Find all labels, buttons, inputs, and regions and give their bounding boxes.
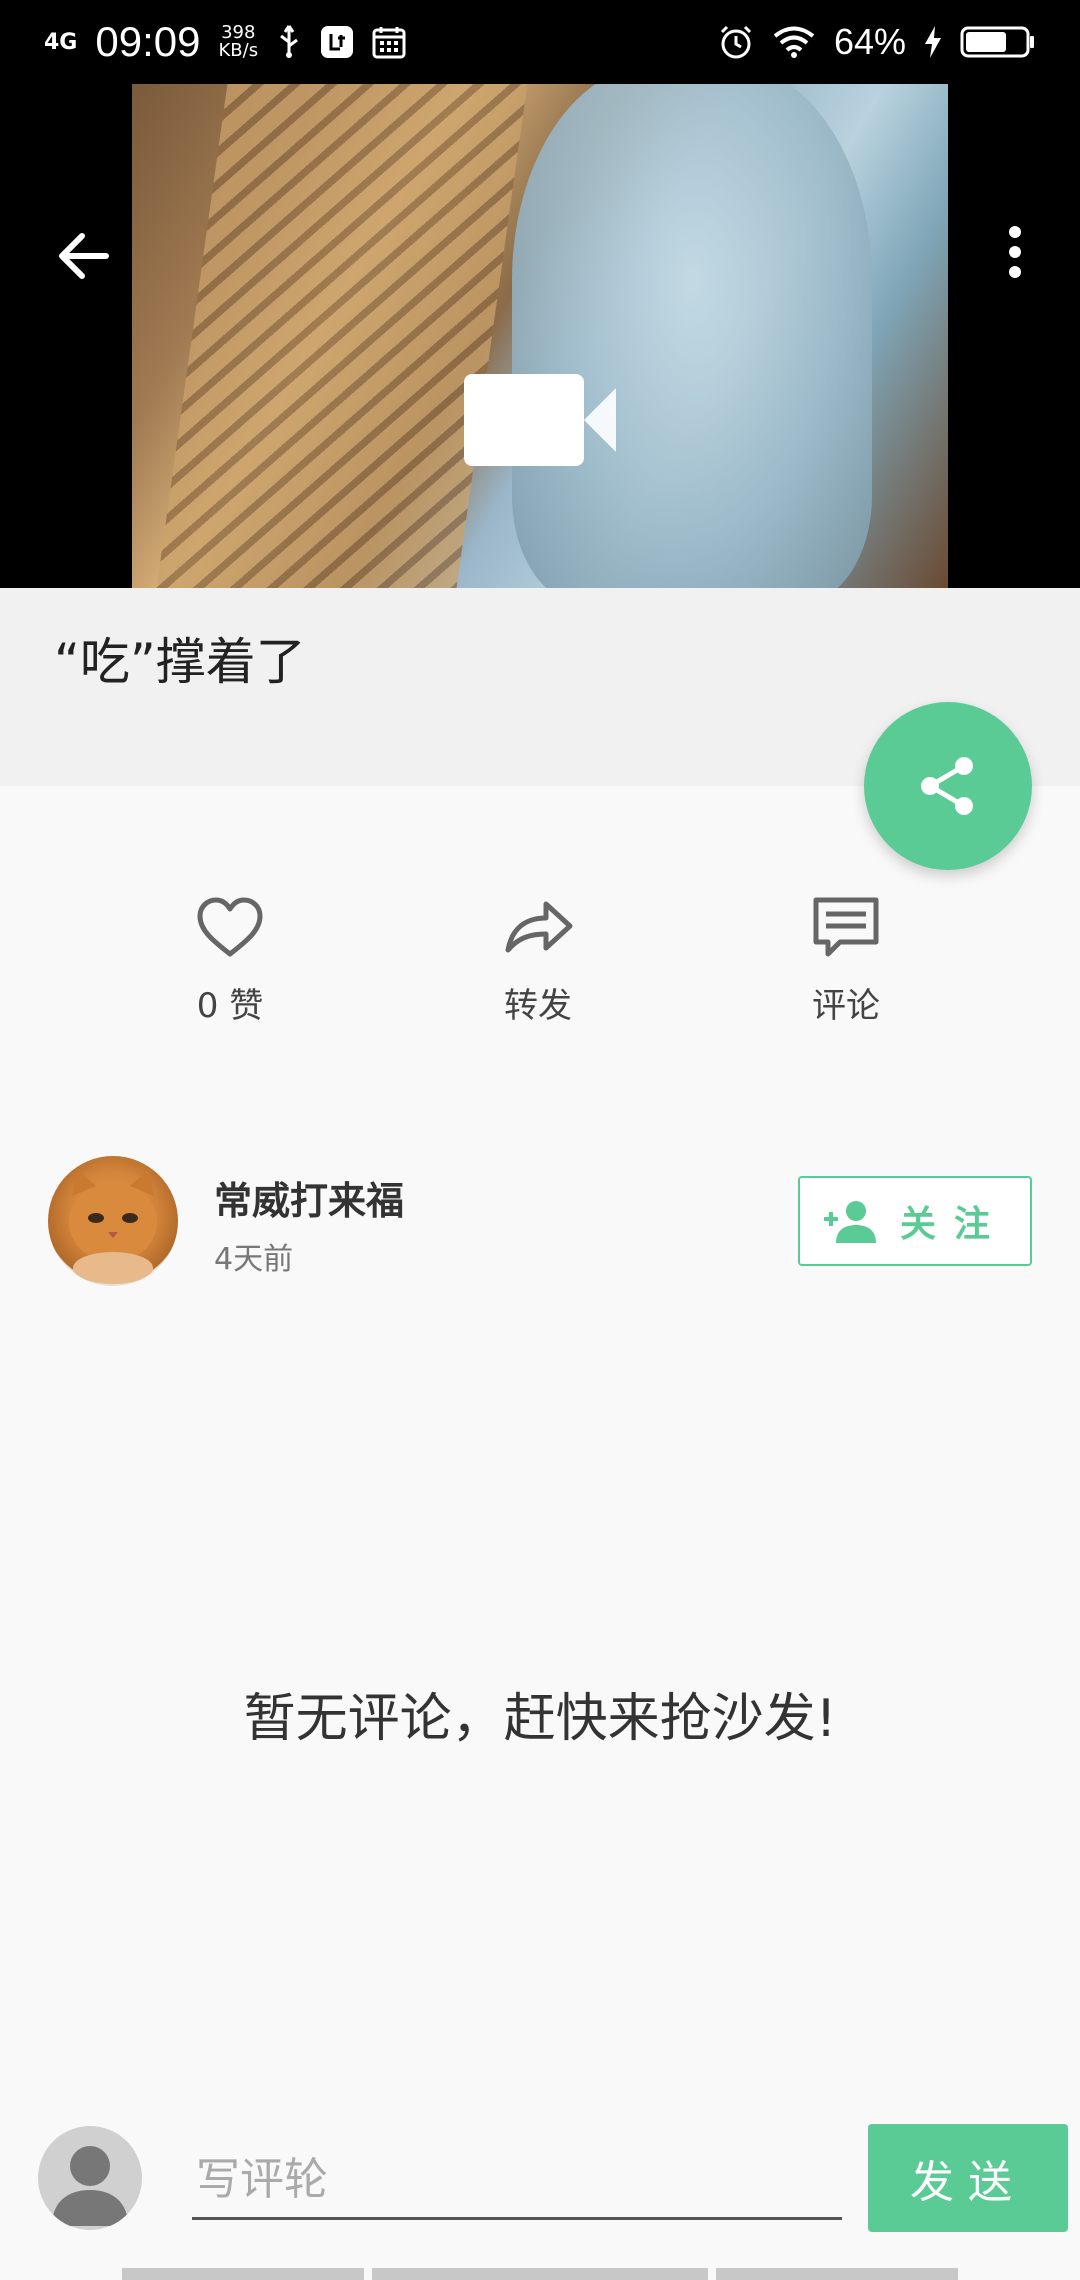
app-notification-icon [321,26,354,58]
comment-label: 评论 [812,986,880,1026]
post-actions: 0 赞 转发 评论 [0,880,1080,1040]
cellular-signal-icon: 4G [44,29,78,55]
follow-button[interactable]: 关注 [798,1176,1032,1266]
current-user-avatar[interactable] [38,2126,142,2230]
forward-icon [505,901,573,953]
empty-comments-message: 暂无评论，赶快来抢沙发! [243,1689,837,1749]
more-vertical-icon[interactable] [1000,224,1030,280]
bottom-tab-segment [122,2268,364,2280]
forward-button[interactable]: 转发 [438,880,638,1040]
bottom-tab-strip [0,2268,1080,2280]
like-button[interactable]: 0 赞 [130,880,330,1040]
status-bar: 4G 09:09 398 KB/s 64% [0,0,1080,84]
post-title: “吃”撑着了 [54,633,306,691]
video-camera-icon[interactable] [464,374,616,466]
post-time: 4天前 [214,1242,294,1277]
comment-button[interactable]: 评论 [746,880,946,1040]
calendar-icon [372,27,406,59]
author-name[interactable]: 常威打来福 [214,1170,404,1225]
status-left: 4G 09:09 398 KB/s [44,18,406,66]
battery-icon [960,26,1034,58]
default-user-icon [52,2146,128,2226]
follow-label: 关注 [899,1204,1008,1245]
video-player[interactable] [0,84,1080,588]
usb-icon [280,25,298,58]
comment-icon [813,897,879,957]
charging-icon [925,26,941,58]
send-button[interactable]: 发送 [868,2124,1068,2232]
bottom-tab-segment [716,2268,958,2280]
share-icon [921,757,973,815]
cat-avatar-image [69,1170,157,1284]
add-person-icon [823,1201,876,1243]
wifi-icon [773,26,815,58]
network-speed-unit: KB/s [218,40,259,61]
video-thumbnail-wall [156,84,528,588]
share-button[interactable] [864,702,1032,870]
heart-icon [197,897,263,957]
comment-bar: 发送 [0,2110,1080,2250]
like-label: 0 赞 [196,986,264,1026]
video-thumbnail[interactable] [132,84,948,588]
network-speed: 398 KB/s [218,24,258,60]
video-thumbnail-figure [512,84,872,588]
arrow-left-icon[interactable] [52,224,116,288]
battery-percent: 64% [833,21,906,62]
bottom-tab-segment [372,2268,708,2280]
comment-input[interactable] [192,2142,842,2220]
status-time: 09:09 [95,18,201,65]
alarm-icon [720,25,751,59]
forward-label: 转发 [504,986,572,1026]
avatar[interactable] [48,1156,178,1286]
author-row: 常威打来福 4天前 关注 [0,1150,1080,1290]
status-right: 64% [718,21,1036,63]
